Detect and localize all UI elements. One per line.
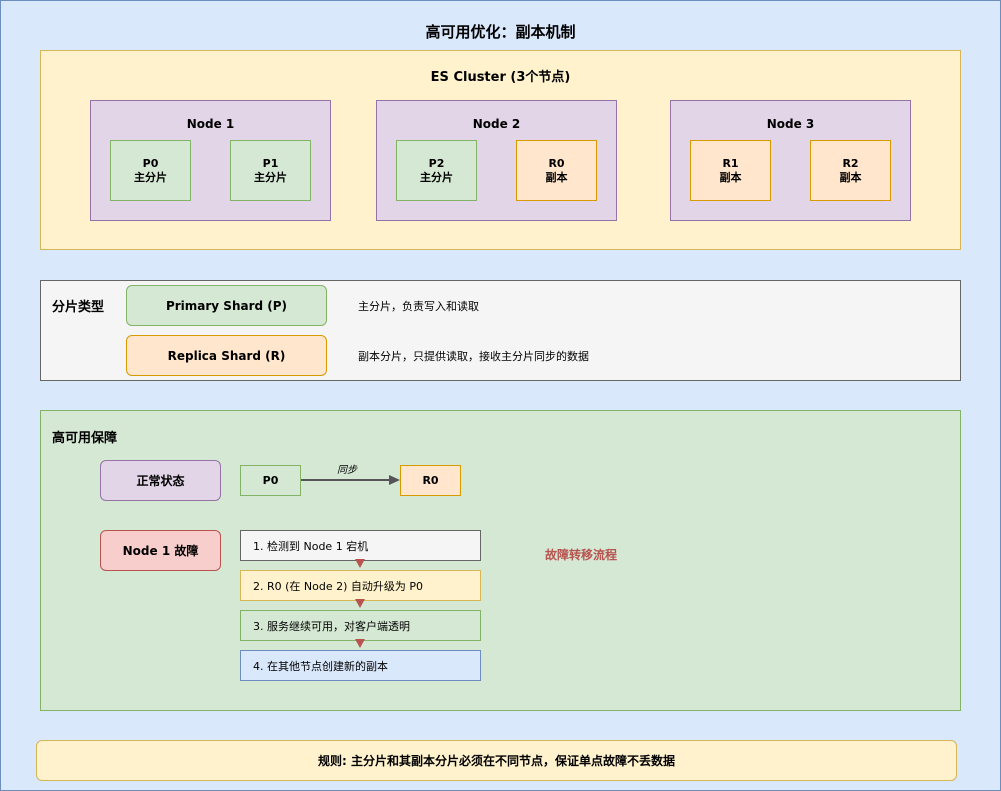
sync-arrow xyxy=(301,475,400,485)
connector-layer xyxy=(301,475,400,648)
step-arrows xyxy=(355,559,365,648)
rule-banner: 规则: 主分片和其副本分片必须在不同节点，保证单点故障不丢数据 xyxy=(36,740,957,781)
